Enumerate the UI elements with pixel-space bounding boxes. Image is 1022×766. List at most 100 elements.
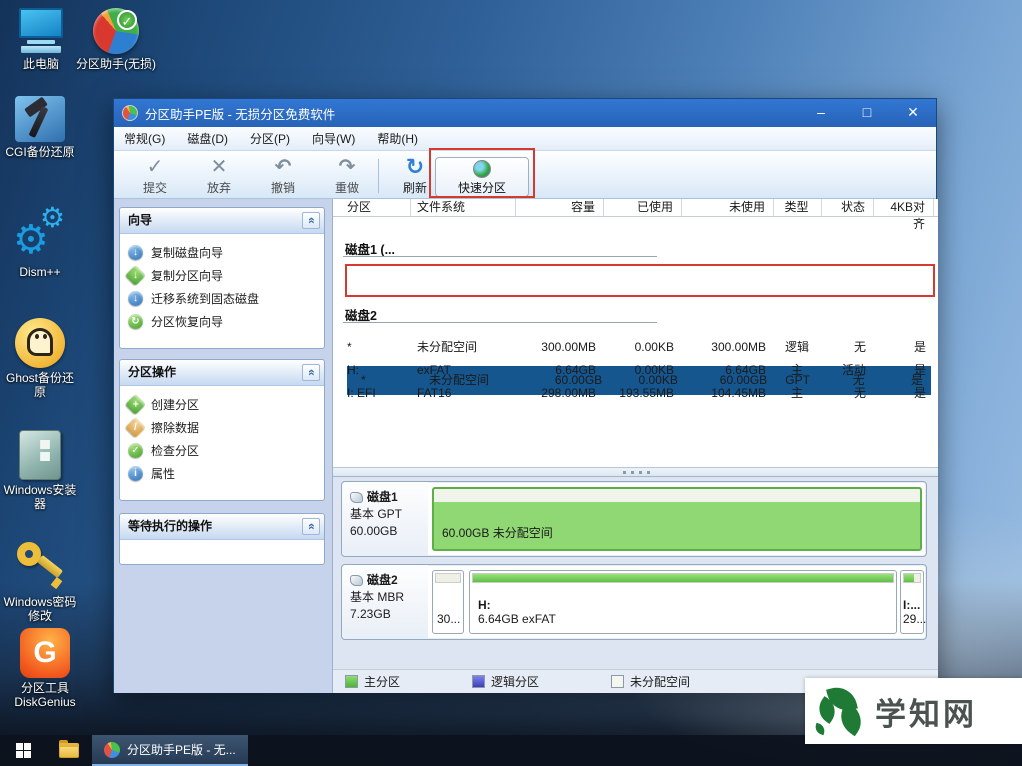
collapse-chevron-icon[interactable]: «: [302, 518, 320, 535]
cgi-backup-icon: [15, 96, 65, 142]
discard-button[interactable]: ✕ 放弃: [190, 155, 248, 197]
desktop-icon-label: Dism++: [19, 265, 61, 279]
close-button[interactable]: ✕: [890, 99, 936, 127]
desktop-icon-cgi-backup[interactable]: CGI备份还原: [0, 96, 80, 159]
menu-wizard[interactable]: 向导(W): [312, 130, 355, 147]
disk-icon: [350, 492, 363, 503]
col-4kb-align[interactable]: 4KB对齐: [874, 199, 934, 231]
taskbar-app-partition-assistant[interactable]: 分区助手PE版 - 无...: [92, 735, 248, 766]
desktop-icon-diskgenius[interactable]: G 分区工具 DiskGenius: [0, 628, 90, 709]
desktop-icon-label: 此电脑: [22, 57, 59, 71]
redo-button[interactable]: ↷ 重做: [318, 155, 376, 197]
watermark: 学知网: [805, 678, 1022, 744]
toolbar-separator: [378, 159, 379, 193]
migrate-os-icon: ↓: [128, 291, 143, 306]
legend-primary: 主分区: [345, 673, 400, 690]
splitter[interactable]: [333, 467, 938, 477]
sidebar-item-check-partition[interactable]: ✓ 检查分区: [128, 439, 324, 462]
desktop-icon-partition-assistant[interactable]: ✓ 分区助手(无损): [76, 8, 156, 71]
sidebar-item-properties[interactable]: i 属性: [128, 462, 324, 485]
disk-icon: [350, 575, 363, 586]
col-partition[interactable]: 分区: [333, 199, 411, 216]
disk2-h-segment[interactable]: H: 6.64GB exFAT: [469, 570, 897, 634]
sidebar-item-wipe-data[interactable]: / 擦除数据: [124, 416, 324, 439]
quick-partition-button[interactable]: 快速分区: [435, 157, 529, 197]
primary-partition-swatch: [345, 675, 358, 688]
app-window: 分区助手PE版 - 无损分区免费软件 – □ ✕ 常规(G) 磁盘(D) 分区(…: [113, 98, 938, 693]
sidebar-item-migrate-os-ssd[interactable]: ↓ 迁移系统到固态磁盘: [128, 287, 324, 310]
sidebar-item-copy-disk-wizard[interactable]: ↓ 复制磁盘向导: [128, 241, 324, 264]
app-icon: [122, 105, 138, 121]
check-partition-icon: ✓: [128, 443, 143, 458]
splitter-grip-icon: [623, 471, 653, 474]
taskbar-app-label: 分区助手PE版 - 无...: [127, 743, 236, 757]
minimize-button[interactable]: –: [798, 99, 844, 127]
table-row-disk2-h[interactable]: H: exFAT 6.64GB 0.00KB 6.64GB 主 活动 是: [333, 359, 938, 382]
redo-icon: ↷: [338, 156, 356, 178]
panel-wizards: 向导 « ↓ 复制磁盘向导 ↓ 复制分区向导 ↓ 迁移系统到固态磁盘 ↻ 分区恢…: [119, 207, 325, 349]
table-row-disk2-unallocated[interactable]: * 未分配空间 300.00MB 0.00KB 300.00MB 逻辑 无 是: [333, 336, 938, 359]
dism-gears-icon: ⚙ ⚙: [13, 202, 65, 262]
disk2-i-segment[interactable]: I:... 29...: [900, 570, 926, 634]
maximize-button[interactable]: □: [844, 99, 890, 127]
start-button[interactable]: [0, 735, 46, 766]
col-used[interactable]: 已使用: [604, 199, 682, 216]
pending-ops-list: [120, 540, 324, 560]
disk1-block: 磁盘1 基本 GPT 60.00GB 60.00GB 未分配空间: [341, 481, 927, 557]
collapse-chevron-icon[interactable]: «: [302, 212, 320, 229]
panel-partition-ops-header[interactable]: 分区操作 «: [120, 360, 324, 386]
wipe-data-icon: /: [124, 416, 147, 439]
watermark-text: 学知网: [875, 696, 977, 732]
windows-installer-icon: [19, 430, 61, 480]
windows-logo-icon: [15, 743, 31, 758]
menu-partition[interactable]: 分区(P): [250, 130, 290, 147]
recovery-icon: ↻: [128, 314, 143, 329]
menu-disk[interactable]: 磁盘(D): [187, 130, 228, 147]
legend-logical: 逻辑分区: [472, 673, 539, 690]
discard-icon: ✕: [210, 156, 228, 178]
undo-icon: ↶: [274, 156, 292, 178]
disk1-unallocated-segment[interactable]: 60.00GB 未分配空间: [432, 487, 922, 551]
panel-pending-ops: 等待执行的操作 «: [119, 513, 325, 565]
desktop-icon-label: Windows密码修改: [3, 595, 77, 623]
partition-assistant-icon: ✓: [93, 8, 139, 54]
table-row-disk2-i-efi[interactable]: I: EFI FAT16 298.00MB 193.55MB 104.45MB …: [333, 382, 938, 405]
col-type[interactable]: 类型: [774, 199, 822, 216]
this-pc-icon: [17, 8, 65, 54]
disk2-unallocated-segment[interactable]: 30...: [432, 570, 464, 634]
panel-wizards-header[interactable]: 向导 «: [120, 208, 324, 234]
disk-map: 磁盘1 基本 GPT 60.00GB 60.00GB 未分配空间 磁盘2 基本 …: [333, 477, 938, 669]
submit-button[interactable]: ✓ 提交: [126, 155, 184, 197]
panel-pending-ops-header[interactable]: 等待执行的操作 «: [120, 514, 324, 540]
desktop: 此电脑 ✓ 分区助手(无损) CGI备份还原 ⚙ ⚙ Dism++ Ghost备份…: [0, 0, 1022, 766]
menu-general[interactable]: 常规(G): [124, 130, 165, 147]
sidebar-item-partition-recovery-wizard[interactable]: ↻ 分区恢复向导: [128, 310, 324, 333]
desktop-icon-label: Ghost备份还原: [5, 371, 75, 399]
file-explorer-button[interactable]: [46, 735, 92, 766]
collapse-chevron-icon[interactable]: «: [302, 364, 320, 381]
sidebar-item-copy-partition-wizard[interactable]: ↓ 复制分区向导: [124, 264, 324, 287]
legend-unallocated: 未分配空间: [611, 673, 690, 690]
col-unused[interactable]: 未使用: [682, 199, 774, 216]
col-capacity[interactable]: 容量: [516, 199, 604, 216]
copy-disk-icon: ↓: [128, 245, 143, 260]
desktop-icon-this-pc[interactable]: 此电脑: [2, 8, 80, 71]
desktop-icon-windows-installer[interactable]: Windows安装器: [2, 430, 78, 511]
desktop-icon-ghost-backup[interactable]: Ghost备份还原: [0, 318, 80, 399]
col-filesystem[interactable]: 文件系统: [411, 199, 516, 216]
disk2-label: 磁盘2 基本 MBR 7.23GB: [342, 565, 428, 639]
desktop-icon-dism[interactable]: ⚙ ⚙ Dism++: [8, 202, 72, 280]
disk1-label: 磁盘1 基本 GPT 60.00GB: [342, 482, 428, 556]
col-status[interactable]: 状态: [822, 199, 874, 216]
sidebar: 向导 « ↓ 复制磁盘向导 ↓ 复制分区向导 ↓ 迁移系统到固态磁盘 ↻ 分区恢…: [114, 199, 332, 693]
menu-bar: 常规(G) 磁盘(D) 分区(P) 向导(W) 帮助(H): [114, 127, 936, 151]
sidebar-item-create-partition[interactable]: + 创建分区: [124, 393, 324, 416]
menu-help[interactable]: 帮助(H): [377, 130, 418, 147]
logical-partition-swatch: [472, 675, 486, 688]
globe-icon: [473, 160, 491, 178]
undo-button[interactable]: ↶ 撤销: [254, 155, 312, 197]
check-icon: ✓: [146, 156, 164, 178]
desktop-icon-windows-password[interactable]: Windows密码修改: [2, 540, 78, 623]
diskgenius-icon: G: [20, 628, 70, 678]
window-title: 分区助手PE版 - 无损分区免费软件: [145, 107, 336, 122]
